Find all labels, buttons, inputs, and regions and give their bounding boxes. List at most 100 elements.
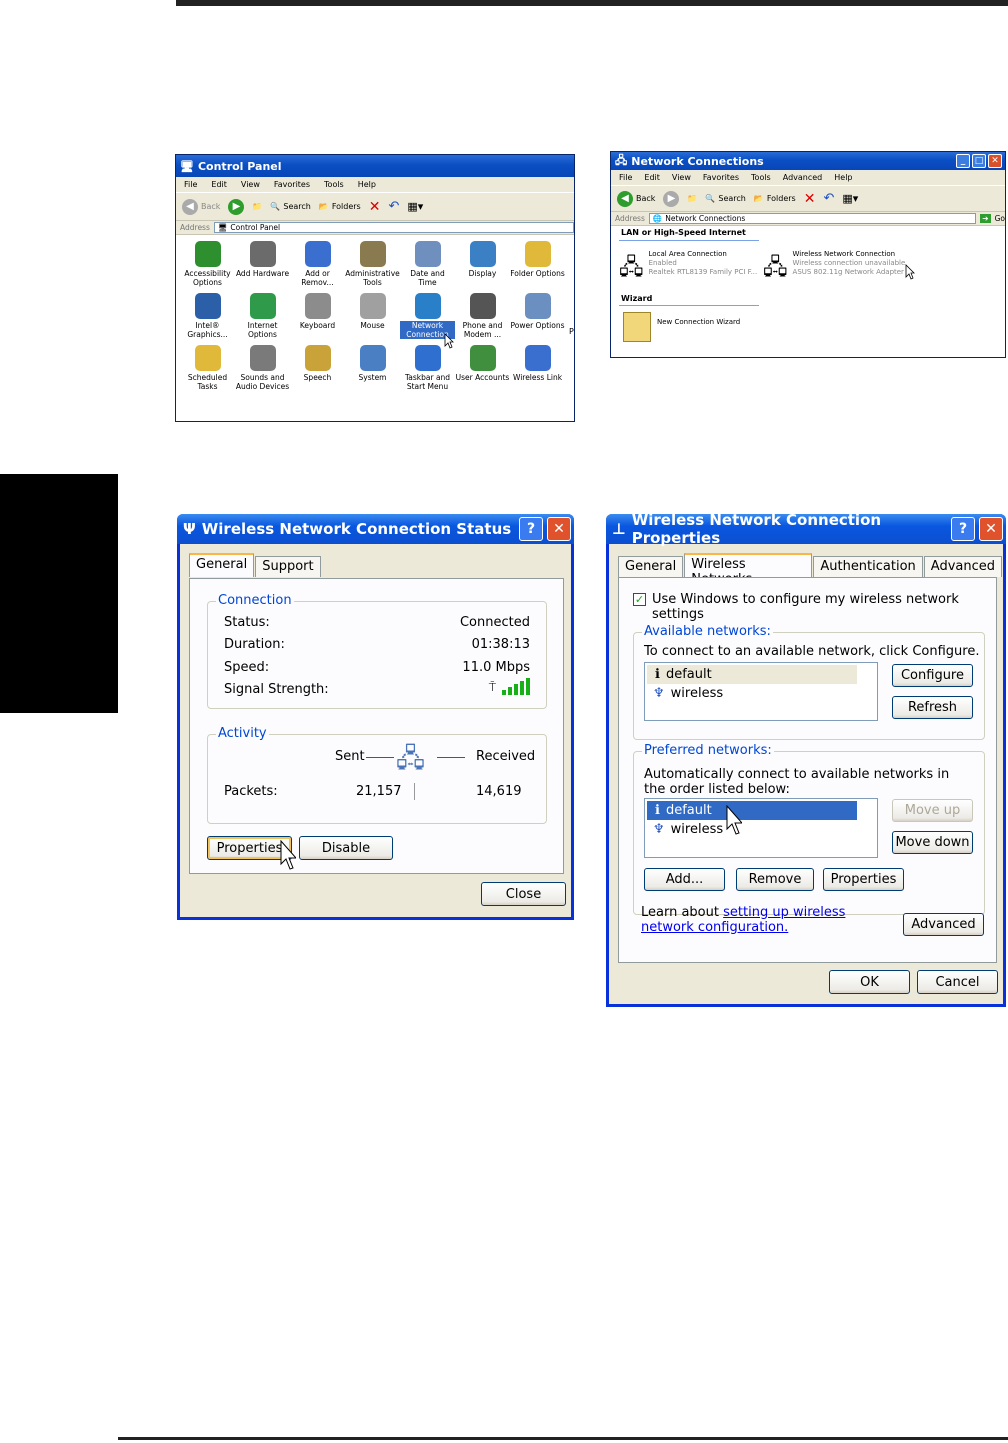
go-arrow-icon[interactable]: ➔ [980, 214, 991, 223]
list-item[interactable]: ♆ wireless [645, 684, 877, 703]
control-panel-item[interactable]: Date and Time [400, 241, 455, 287]
add-button[interactable]: Add... [644, 868, 725, 891]
status-label: Status: [224, 615, 270, 630]
search-button[interactable]: 🔍 Search [270, 202, 310, 211]
control-panel-item[interactable]: Scheduled Tasks [180, 345, 235, 391]
close-button[interactable]: ✕ [547, 517, 571, 541]
advanced-button[interactable]: Advanced [903, 913, 984, 936]
move-up-button[interactable]: Move up [892, 799, 973, 822]
menu-view[interactable]: View [241, 180, 260, 189]
menu-tools[interactable]: Tools [324, 180, 344, 189]
control-panel-item[interactable]: Display [455, 241, 510, 287]
close-dialog-button[interactable]: Close [481, 882, 566, 906]
back-button[interactable]: ◀ Back [617, 190, 655, 207]
add-remove-icon [304, 241, 331, 267]
address-input[interactable]: 🖥 Control Panel [213, 222, 574, 233]
control-panel-item[interactable]: Add or Remov... [290, 241, 345, 287]
menu-favorites[interactable]: Favorites [274, 180, 310, 189]
control-panel-item[interactable]: Folder Options [510, 241, 565, 287]
list-item[interactable]: ℹ default [647, 801, 857, 820]
help-button[interactable]: ? [951, 517, 975, 541]
available-networks-list[interactable]: ℹ default ♆ wireless [644, 662, 878, 721]
configure-button[interactable]: Configure [892, 664, 973, 687]
control-panel-item[interactable]: Administrative Tools [345, 241, 400, 287]
remove-button[interactable]: Remove [736, 868, 814, 891]
undo-button[interactable]: ↶ [388, 199, 399, 214]
control-panel-item[interactable]: Add Hardware [235, 241, 290, 287]
control-panel-item[interactable]: User Accounts [455, 345, 510, 391]
forward-button[interactable]: ▶ [228, 198, 245, 215]
views-button[interactable]: ▦▾ [842, 192, 858, 205]
forward-button[interactable]: ▶ [663, 190, 680, 207]
list-item[interactable]: ♆ wireless [645, 820, 877, 839]
address-bar: Address 🖥 Control Panel [176, 221, 574, 235]
menu-tools[interactable]: Tools [751, 173, 771, 182]
wireless-properties-dialog: ⊥ Wireless Network Connection Properties… [606, 511, 1006, 1007]
menu-edit[interactable]: Edit [644, 173, 660, 182]
use-windows-checkbox[interactable]: ✓ [633, 593, 646, 606]
move-down-button[interactable]: Move down [892, 831, 973, 854]
tab-authentication[interactable]: Authentication [813, 556, 923, 577]
control-panel-item[interactable]: Wireless Link [510, 345, 565, 391]
local-area-connection[interactable]: 🖧 Local Area Connection Enabled Realtek … [619, 250, 757, 288]
control-panel-item[interactable]: Phone and Modem ... [455, 293, 510, 339]
minimize-button[interactable]: _ [956, 154, 970, 168]
menu-edit[interactable]: Edit [211, 180, 227, 189]
menu-help[interactable]: Help [834, 173, 852, 182]
preferred-networks-list[interactable]: ℹ default ♆ wireless [644, 798, 878, 858]
list-item[interactable]: ℹ default [647, 665, 857, 684]
search-button[interactable]: 🔍 Search [705, 194, 745, 203]
tab-general[interactable]: General [189, 553, 255, 577]
tab-support[interactable]: Support [255, 556, 321, 577]
network-properties-button[interactable]: Properties [823, 868, 904, 891]
control-panel-item[interactable]: Taskbar and Start Menu [400, 345, 455, 391]
maximize-button[interactable]: □ [972, 154, 986, 168]
control-panel-item[interactable]: Power Options [510, 293, 565, 339]
address-input[interactable]: 🌐 Network Connections [648, 213, 977, 224]
delete-button[interactable]: ✕ [369, 199, 381, 215]
back-button[interactable]: ◀ Back [182, 198, 220, 215]
control-panel-item[interactable]: System [345, 345, 400, 391]
control-panel-item-label: Administrative Tools [345, 269, 400, 287]
help-button[interactable]: ? [519, 517, 543, 541]
close-button[interactable]: ✕ [979, 517, 1003, 541]
views-icon: ▦▾ [407, 200, 424, 213]
control-panel-item[interactable]: Mouse [345, 293, 400, 339]
delete-x-icon: ✕ [368, 198, 381, 215]
ok-button[interactable]: OK [829, 970, 910, 994]
keyboard-icon [304, 293, 331, 319]
control-panel-item[interactable]: Speech [290, 345, 345, 391]
menu-help[interactable]: Help [358, 180, 376, 189]
wireless-network-connection[interactable]: 🖧 Wireless Network Connection Wireless c… [763, 250, 905, 288]
refresh-button[interactable]: Refresh [892, 696, 973, 719]
views-button[interactable]: ▦▾ [407, 200, 423, 213]
delete-button[interactable]: ✕ [804, 191, 816, 207]
control-panel-item[interactable]: Internet Options [235, 293, 290, 339]
disable-button[interactable]: Disable [299, 836, 393, 860]
control-panel-item[interactable]: Accessibility Options [180, 241, 235, 287]
page-top-rule [176, 0, 1008, 6]
control-panel-item[interactable]: Keyboard [290, 293, 345, 339]
menu-view[interactable]: View [672, 173, 691, 182]
menu-file[interactable]: File [619, 173, 632, 182]
close-button[interactable]: ✕ [988, 154, 1002, 168]
folders-button[interactable]: 📂 Folders [754, 194, 796, 203]
control-panel-item[interactable]: Intel® Graphics... [180, 293, 235, 339]
go-button[interactable]: Go [995, 214, 1005, 223]
up-folder-button[interactable]: 📁 [687, 194, 697, 203]
folders-icon: 📂 [318, 202, 329, 211]
folders-button[interactable]: 📂 Folders [319, 202, 361, 211]
undo-button[interactable]: ↶ [823, 191, 834, 206]
up-folder-button[interactable]: 📁 [252, 202, 262, 211]
control-panel-item[interactable]: Sounds and Audio Devices [235, 345, 290, 391]
menu-file[interactable]: File [184, 180, 197, 189]
packets-received-value: 14,619 [476, 784, 522, 799]
menu-favorites[interactable]: Favorites [703, 173, 739, 182]
menu-advanced[interactable]: Advanced [783, 173, 823, 182]
tab-general[interactable]: General [618, 556, 684, 577]
tab-wireless-networks[interactable]: Wireless Networks [684, 553, 813, 587]
system-icon [359, 345, 386, 371]
cancel-button[interactable]: Cancel [917, 970, 998, 994]
new-connection-wizard[interactable]: New Connection Wizard [623, 312, 740, 342]
tab-advanced[interactable]: Advanced [923, 556, 1002, 577]
